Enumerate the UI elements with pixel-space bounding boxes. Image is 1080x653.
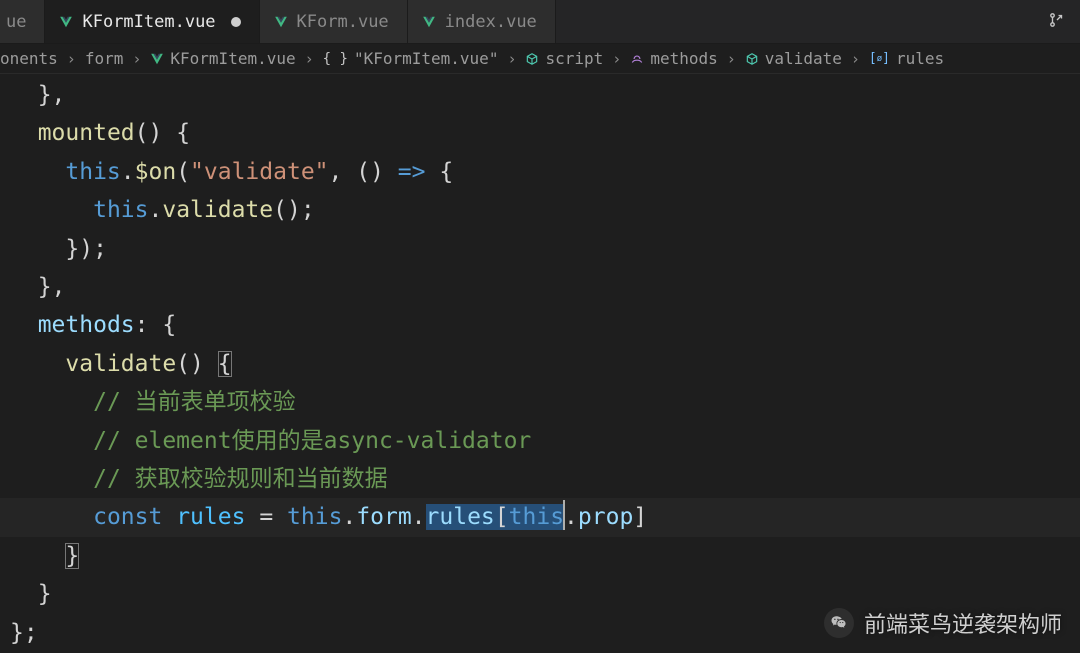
chevron-right-icon: ›: [504, 50, 519, 68]
breadcrumb-item[interactable]: [ø] rules: [865, 49, 948, 68]
breadcrumb-item[interactable]: script: [521, 49, 607, 68]
breadcrumb-item[interactable]: onents: [0, 49, 62, 68]
compare-changes-icon[interactable]: [1048, 11, 1066, 33]
editor-tabs: ue KFormItem.vue KForm.vue index.vue: [0, 0, 1080, 44]
breadcrumb-item[interactable]: methods: [626, 49, 721, 68]
tab-label: KFormItem.vue: [82, 12, 215, 32]
chevron-right-icon: ›: [724, 50, 739, 68]
tab-label: ue: [6, 12, 26, 32]
vue-file-icon: [150, 52, 164, 66]
vue-file-icon: [422, 15, 436, 29]
tab-file-partial[interactable]: ue: [0, 0, 45, 43]
tab-label: index.vue: [445, 12, 537, 32]
breadcrumb-item[interactable]: validate: [741, 49, 846, 68]
tab-index[interactable]: index.vue: [408, 0, 556, 43]
chevron-right-icon: ›: [609, 50, 624, 68]
chevron-right-icon: ›: [302, 50, 317, 68]
watermark-text: 前端菜鸟逆袭架构师: [864, 607, 1062, 639]
chevron-right-icon: ›: [64, 50, 79, 68]
chevron-right-icon: ›: [129, 50, 144, 68]
symbol-module-icon: [525, 52, 539, 66]
symbol-namespace-icon: { }: [323, 51, 348, 67]
tab-kform[interactable]: KForm.vue: [260, 0, 408, 43]
tab-actions: [1048, 0, 1080, 43]
vue-file-icon: [274, 15, 288, 29]
code-editor[interactable]: }, mounted() { this.$on("validate", () =…: [0, 74, 1080, 653]
chevron-right-icon: ›: [848, 50, 863, 68]
text-cursor: [563, 500, 565, 530]
symbol-constant-icon: [ø]: [869, 51, 890, 66]
breadcrumb: onents › form › KFormItem.vue › { } "KFo…: [0, 44, 1080, 74]
code-content: }, mounted() { this.$on("validate", () =…: [10, 76, 1080, 652]
watermark: 前端菜鸟逆袭架构师: [824, 607, 1062, 639]
breadcrumb-item[interactable]: { } "KFormItem.vue": [319, 49, 503, 68]
tab-label: KForm.vue: [297, 12, 389, 32]
tab-kformitem[interactable]: KFormItem.vue: [45, 0, 259, 43]
symbol-module-icon: [745, 52, 759, 66]
dirty-indicator-icon: [231, 17, 241, 27]
vue-file-icon: [59, 15, 73, 29]
breadcrumb-item[interactable]: KFormItem.vue: [146, 49, 299, 68]
symbol-method-icon: [630, 52, 644, 66]
breadcrumb-item[interactable]: form: [81, 49, 128, 68]
wechat-icon: [824, 608, 854, 638]
